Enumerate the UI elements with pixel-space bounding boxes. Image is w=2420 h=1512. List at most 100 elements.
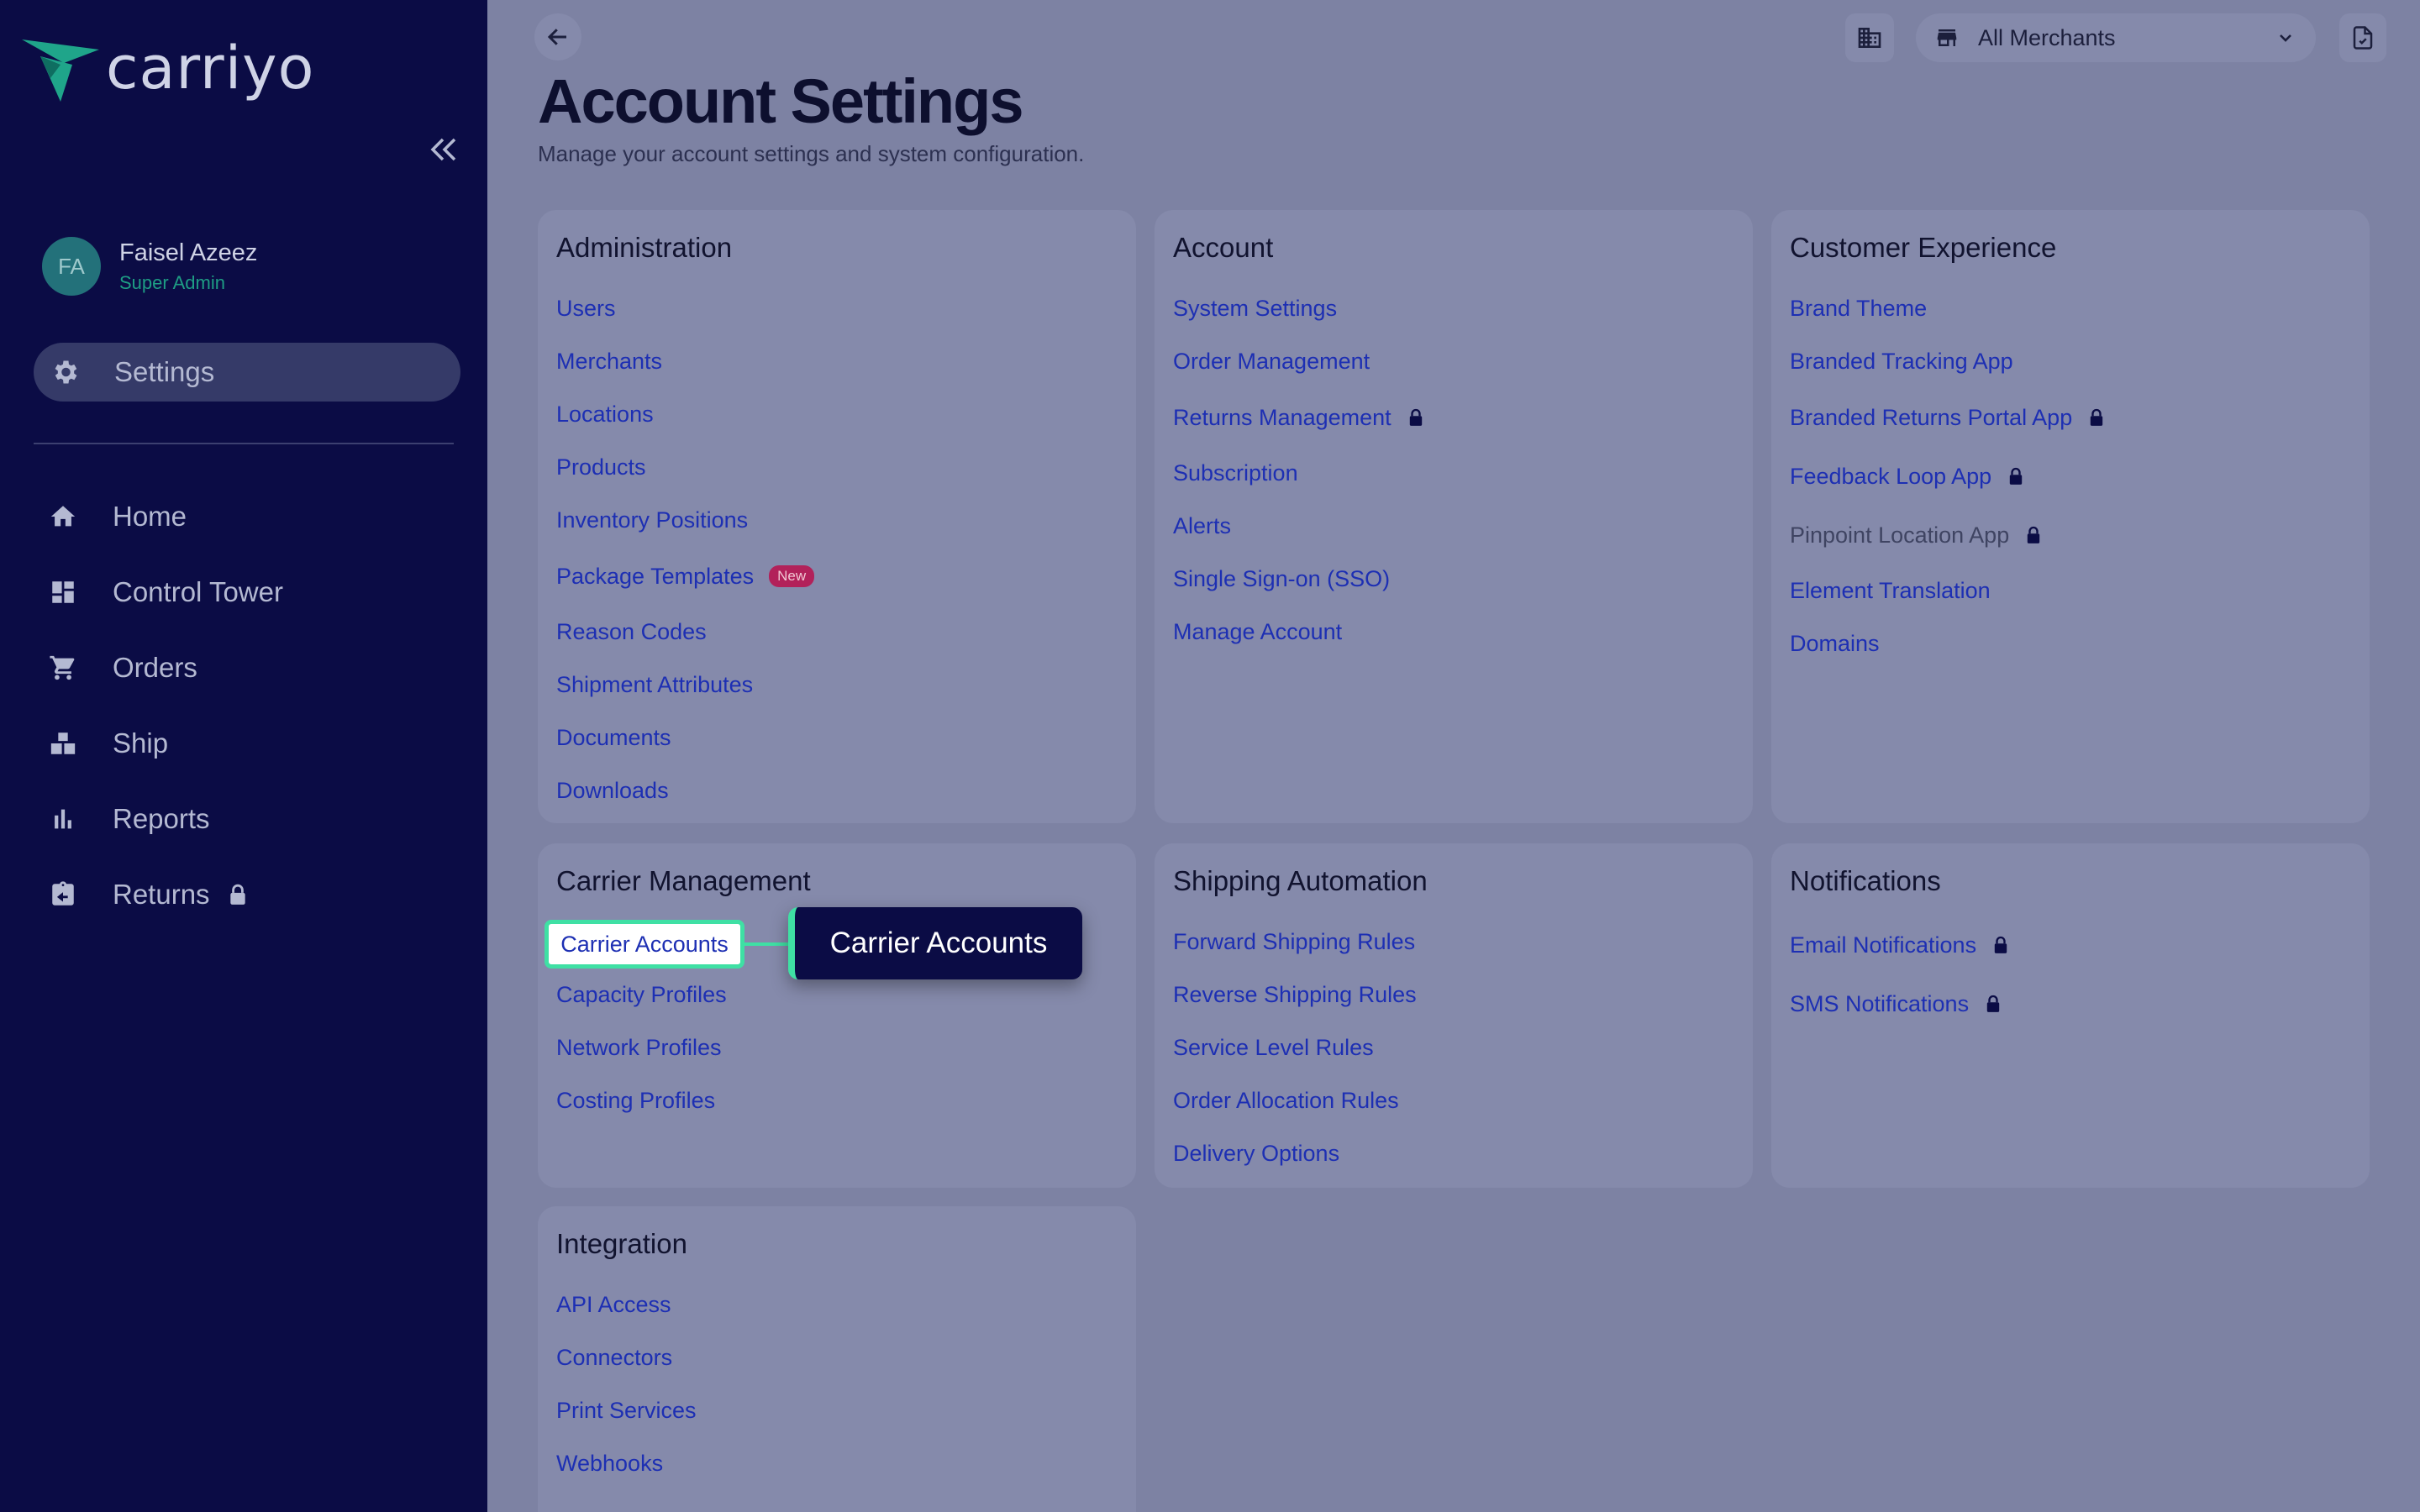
back-button[interactable] [534, 13, 581, 60]
link-order-allocation-rules[interactable]: Order Allocation Rules [1173, 1074, 1734, 1127]
link-service-level-rules[interactable]: Service Level Rules [1173, 1021, 1734, 1074]
link-element-translation[interactable]: Element Translation [1790, 564, 2351, 617]
store-icon [1934, 25, 1960, 50]
link-documents[interactable]: Documents [556, 711, 1118, 764]
card-title: Shipping Automation [1173, 865, 1428, 896]
link-api-access[interactable]: API Access [556, 1278, 1118, 1331]
link-inventory-positions[interactable]: Inventory Positions [556, 494, 1118, 547]
link-forward-shipping-rules[interactable]: Forward Shipping Rules [1173, 916, 1734, 969]
link-shipment-attributes[interactable]: Shipment Attributes [556, 659, 1118, 711]
link-reason-codes[interactable]: Reason Codes [556, 606, 1118, 659]
link-label: Feedback Loop App [1790, 463, 1992, 489]
link-network-profiles[interactable]: Network Profiles [556, 1021, 1118, 1074]
sidebar-item-label: Ship [113, 727, 169, 759]
link-users[interactable]: Users [556, 282, 1118, 335]
lock-icon [2008, 467, 2023, 486]
link-sms-notifications[interactable]: SMS Notifications [1790, 974, 2351, 1033]
guide-tooltip: Carrier Accounts [788, 907, 1082, 979]
link-package-templates[interactable]: Package Templates New [556, 547, 1118, 606]
sidebar-nav: Home Control Tower Orders Ship Reports R… [47, 479, 283, 932]
link-subscription[interactable]: Subscription [1173, 447, 1734, 500]
card-title: Customer Experience [1790, 232, 2057, 263]
link-label: Returns Management [1173, 404, 1392, 430]
double-chevron-left-icon [430, 138, 456, 161]
sidebar-item-control-tower[interactable]: Control Tower [47, 554, 283, 630]
link-brand-theme[interactable]: Brand Theme [1790, 282, 2351, 335]
sidebar-item-label: Returns [113, 879, 210, 910]
merchant-select-value: All Merchants [1978, 24, 2116, 50]
card-integration: Integration API Access Connectors Print … [538, 1206, 1136, 1512]
sidebar-item-label: Reports [113, 803, 210, 834]
card-title: Administration [556, 232, 733, 263]
link-locations[interactable]: Locations [556, 388, 1118, 441]
link-delivery-options[interactable]: Delivery Options [1173, 1127, 1734, 1180]
document-check-icon [2353, 26, 2373, 50]
sidebar-item-reports[interactable]: Reports [47, 781, 283, 857]
bar-chart-icon [47, 803, 79, 835]
link-label: Package Templates [556, 563, 755, 589]
sidebar-item-returns[interactable]: Returns [47, 857, 283, 932]
link-domains[interactable]: Domains [1790, 617, 2351, 670]
lock-icon [1993, 936, 2008, 954]
link-label: Branded Returns Portal App [1790, 404, 2073, 430]
home-icon [47, 501, 79, 533]
organization-button[interactable] [1845, 13, 1894, 62]
sidebar-item-label: Settings [114, 356, 215, 387]
link-system-settings[interactable]: System Settings [1173, 282, 1734, 335]
link-email-notifications[interactable]: Email Notifications [1790, 916, 2351, 974]
brand-logo[interactable]: carriyo [22, 34, 314, 102]
sidebar-item-label: Control Tower [113, 576, 283, 607]
sidebar-item-home[interactable]: Home [47, 479, 283, 554]
link-costing-profiles[interactable]: Costing Profiles [556, 1074, 1118, 1127]
card-customer-experience: Customer Experience Brand Theme Branded … [1771, 210, 2370, 823]
link-branded-returns-portal-app[interactable]: Branded Returns Portal App [1790, 388, 2351, 447]
sidebar-item-orders[interactable]: Orders [47, 630, 283, 706]
link-alerts[interactable]: Alerts [1173, 500, 1734, 553]
link-merchants[interactable]: Merchants [556, 335, 1118, 388]
sidebar-item-label: Home [113, 501, 187, 532]
gear-icon [49, 356, 81, 388]
link-reverse-shipping-rules[interactable]: Reverse Shipping Rules [1173, 969, 1734, 1021]
card-title: Integration [556, 1228, 687, 1259]
arrow-left-icon [547, 29, 566, 45]
card-title: Carrier Management [556, 865, 811, 896]
link-print-services[interactable]: Print Services [556, 1384, 1118, 1437]
link-connectors[interactable]: Connectors [556, 1331, 1118, 1384]
link-products[interactable]: Products [556, 441, 1118, 494]
link-branded-tracking-app[interactable]: Branded Tracking App [1790, 335, 2351, 388]
sidebar: carriyo FA Faisel Azeez Super Admin Sett… [0, 0, 487, 1512]
cart-icon [47, 652, 79, 684]
link-label: SMS Notifications [1790, 990, 1970, 1016]
user-role: Super Admin [119, 271, 225, 293]
merchant-select[interactable]: All Merchants [1916, 13, 2316, 62]
avatar: FA [42, 237, 101, 296]
user-profile[interactable]: FA Faisel Azeez Super Admin [42, 237, 257, 296]
link-sso[interactable]: Single Sign-on (SSO) [1173, 553, 1734, 606]
link-returns-management[interactable]: Returns Management [1173, 388, 1734, 447]
lock-icon [1408, 408, 1423, 427]
card-account: Account System Settings Order Management… [1155, 210, 1753, 823]
card-carrier-management: Carrier Management Carrier Accounts Capa… [538, 843, 1136, 1188]
card-title: Account [1173, 232, 1274, 263]
tooltip-connector [744, 942, 788, 946]
user-name: Faisel Azeez [119, 239, 258, 266]
page-title: Account Settings [538, 66, 1023, 136]
dashboard-icon [47, 576, 79, 608]
card-shipping-automation: Shipping Automation Forward Shipping Rul… [1155, 843, 1753, 1188]
page-subtitle: Manage your account settings and system … [538, 141, 1085, 166]
lock-icon [2089, 408, 2104, 427]
link-webhooks[interactable]: Webhooks [556, 1437, 1118, 1490]
document-button[interactable] [2339, 13, 2386, 62]
sidebar-item-ship[interactable]: Ship [47, 706, 283, 781]
sidebar-item-settings[interactable]: Settings [34, 343, 460, 402]
return-box-icon [47, 879, 79, 911]
highlighted-carrier-accounts-link[interactable]: Carrier Accounts [544, 920, 744, 969]
link-feedback-loop-app[interactable]: Feedback Loop App [1790, 447, 2351, 506]
collapse-sidebar-button[interactable] [425, 133, 462, 166]
link-label: Email Notifications [1790, 932, 1977, 958]
link-order-management[interactable]: Order Management [1173, 335, 1734, 388]
lock-icon [1986, 995, 2001, 1013]
link-label: Pinpoint Location App [1790, 522, 2010, 548]
link-manage-account[interactable]: Manage Account [1173, 606, 1734, 659]
link-downloads[interactable]: Downloads [556, 764, 1118, 817]
